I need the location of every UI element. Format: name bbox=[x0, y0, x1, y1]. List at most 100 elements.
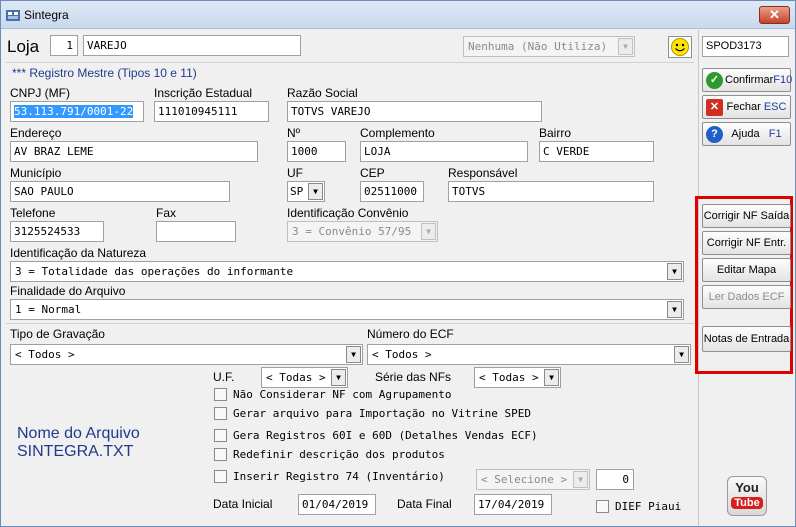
loja-label: Loja bbox=[7, 37, 40, 56]
editar-mapa-button[interactable]: Editar Mapa bbox=[702, 258, 791, 282]
chevron-down-icon[interactable]: ▼ bbox=[346, 346, 361, 363]
numero-ecf-select[interactable]: < Todos > ▼ bbox=[367, 344, 691, 365]
numero-input[interactable]: 1000 bbox=[287, 141, 346, 162]
title-bar: Sintegra ✕ bbox=[1, 1, 795, 29]
check-icon: ✓ bbox=[706, 72, 723, 89]
checkbox-dief-piaui[interactable] bbox=[596, 500, 609, 513]
registro74-count-input[interactable]: 0 bbox=[596, 469, 634, 490]
checkbox-nao-considerar-nf[interactable] bbox=[214, 388, 227, 401]
nome-arquivo-label: Nome do Arquivo bbox=[17, 425, 140, 442]
corrigir-nf-entrada-button[interactable]: Corrigir NF Entr. bbox=[702, 231, 791, 255]
chevron-down-icon[interactable]: ▼ bbox=[308, 183, 323, 200]
utilizacao-value: Nenhuma (Não Utiliza) bbox=[468, 40, 608, 53]
responsavel-label: Responsável bbox=[448, 166, 518, 180]
exit-icon: ✕ bbox=[706, 99, 723, 116]
convenio-value: 3 = Convênio 57/95 bbox=[292, 225, 412, 238]
confirmar-button[interactable]: ✓ ConfirmarF10 bbox=[702, 68, 793, 92]
cnpj-label: CNPJ (MF) bbox=[10, 86, 70, 100]
municipio-label: Município bbox=[10, 166, 62, 180]
bairro-label: Bairro bbox=[539, 126, 572, 140]
registro74-select: < Selecione > ▼ bbox=[476, 469, 590, 490]
chevron-down-icon[interactable]: ▼ bbox=[544, 369, 559, 386]
spod-input[interactable]: SPOD3173 bbox=[702, 36, 789, 57]
ajuda-button[interactable]: ? Ajuda F1 bbox=[702, 122, 791, 146]
registro74-value: < Selecione > bbox=[481, 473, 568, 486]
convenio-label: Identificação Convênio bbox=[287, 206, 409, 220]
loja-name-input[interactable]: VAREJO bbox=[83, 35, 301, 56]
chevron-down-icon[interactable]: ▼ bbox=[667, 263, 682, 280]
chevron-down-icon[interactable]: ▼ bbox=[667, 301, 682, 318]
serie-label: Série das NFs bbox=[375, 370, 452, 384]
confirmar-key: F10 bbox=[773, 74, 793, 86]
help-icon: ? bbox=[706, 126, 723, 143]
natureza-select[interactable]: 3 = Totalidade das operações do informan… bbox=[10, 261, 684, 282]
uf2-value: < Todas > bbox=[266, 371, 326, 384]
uf2-label: U.F. bbox=[213, 370, 235, 384]
cep-label: CEP bbox=[360, 166, 385, 180]
finalidade-select[interactable]: 1 = Normal ▼ bbox=[10, 299, 684, 320]
close-button[interactable]: ✕ bbox=[759, 6, 790, 24]
chevron-down-icon: ▼ bbox=[573, 471, 588, 488]
numero-ecf-value: < Todos > bbox=[372, 348, 432, 361]
endereco-input[interactable]: AV BRAZ LEME bbox=[10, 141, 258, 162]
fechar-button[interactable]: ✕ Fechar ESC bbox=[702, 95, 791, 119]
confirmar-label: Confirmar bbox=[725, 74, 774, 86]
window-title: Sintegra bbox=[24, 8, 69, 22]
uf-value: SP bbox=[290, 185, 304, 198]
checkbox-label: Gera Registros 60I e 60D (Detalhes Venda… bbox=[233, 429, 538, 442]
telefone-input[interactable]: 3125524533 bbox=[10, 221, 104, 242]
natureza-value: 3 = Totalidade das operações do informan… bbox=[15, 265, 294, 278]
ajuda-key: F1 bbox=[768, 128, 782, 140]
chevron-down-icon[interactable]: ▼ bbox=[331, 369, 346, 386]
fax-input[interactable] bbox=[156, 221, 236, 242]
chevron-down-icon: ▼ bbox=[618, 38, 633, 55]
data-final-label: Data Final bbox=[397, 497, 452, 511]
loja-code-input[interactable]: 1 bbox=[50, 35, 78, 56]
section-title: *** Registro Mestre (Tipos 10 e 11) bbox=[12, 66, 197, 80]
uf2-select[interactable]: < Todas > ▼ bbox=[261, 367, 348, 388]
checkbox-registros-60i-60d[interactable] bbox=[214, 429, 227, 442]
checkbox-registro-74[interactable] bbox=[214, 470, 227, 483]
uf-select[interactable]: SP ▼ bbox=[287, 181, 325, 202]
convenio-select: 3 = Convênio 57/95 ▼ bbox=[287, 221, 438, 242]
bairro-input[interactable]: C VERDE bbox=[539, 141, 654, 162]
telefone-label: Telefone bbox=[10, 206, 56, 220]
smiley-icon bbox=[671, 38, 689, 56]
endereco-label: Endereço bbox=[10, 126, 62, 140]
checkbox-redefinir-descricao[interactable] bbox=[214, 448, 227, 461]
ie-input[interactable]: 111010945111 bbox=[154, 101, 269, 122]
youtube-logo-bottom: Tube bbox=[731, 497, 763, 509]
nome-arquivo-value: SINTEGRA.TXT bbox=[17, 443, 134, 460]
dief-label: DIEF Piaui bbox=[615, 500, 682, 513]
numero-ecf-label: Número do ECF bbox=[367, 327, 454, 341]
ie-label: Inscrição Estadual bbox=[154, 86, 253, 100]
complemento-input[interactable]: LOJA bbox=[360, 141, 528, 162]
utilizacao-select: Nenhuma (Não Utiliza) ▼ bbox=[463, 36, 635, 57]
municipio-input[interactable]: SAO PAULO bbox=[10, 181, 230, 202]
checkbox-label: Redefinir descrição dos produtos bbox=[233, 448, 445, 461]
youtube-button[interactable]: You Tube bbox=[727, 476, 767, 516]
cep-input[interactable]: 02511000 bbox=[360, 181, 424, 202]
razao-input[interactable]: TOTVS VAREJO bbox=[287, 101, 542, 122]
tipo-gravacao-select[interactable]: < Todos > ▼ bbox=[10, 344, 363, 365]
cnpj-input[interactable]: 53.113.791/0001-22 bbox=[10, 101, 144, 122]
chevron-down-icon: ▼ bbox=[421, 223, 436, 240]
data-inicial-label: Data Inicial bbox=[213, 497, 273, 511]
youtube-logo-top: You bbox=[735, 480, 759, 495]
chevron-down-icon[interactable]: ▼ bbox=[674, 346, 689, 363]
checkbox-label: Gerar arquivo para Importação no Vitrine… bbox=[233, 407, 532, 420]
smiley-button[interactable] bbox=[668, 36, 692, 58]
checkbox-vitrine-sped[interactable] bbox=[214, 407, 227, 420]
tipo-gravacao-value: < Todos > bbox=[15, 348, 75, 361]
corrigir-nf-saida-button[interactable]: Corrigir NF Saída bbox=[702, 204, 791, 228]
responsavel-input[interactable]: TOTVS bbox=[448, 181, 654, 202]
data-final-input[interactable]: 17/04/2019 bbox=[474, 494, 552, 515]
action-sidebar: SPOD3173 ✓ ConfirmarF10 ✕ Fechar ESC ? A… bbox=[695, 30, 795, 526]
serie-select[interactable]: < Todas > ▼ bbox=[474, 367, 561, 388]
notas-entrada-button[interactable]: Notas de Entrada bbox=[702, 326, 791, 352]
fechar-label: Fechar bbox=[726, 101, 761, 113]
data-inicial-input[interactable]: 01/04/2019 bbox=[298, 494, 376, 515]
main-panel: Loja 1 VAREJO Nenhuma (Não Utiliza) ▼ ***… bbox=[2, 30, 698, 526]
razao-label: Razão Social bbox=[287, 86, 358, 100]
uf-label: UF bbox=[287, 166, 303, 180]
